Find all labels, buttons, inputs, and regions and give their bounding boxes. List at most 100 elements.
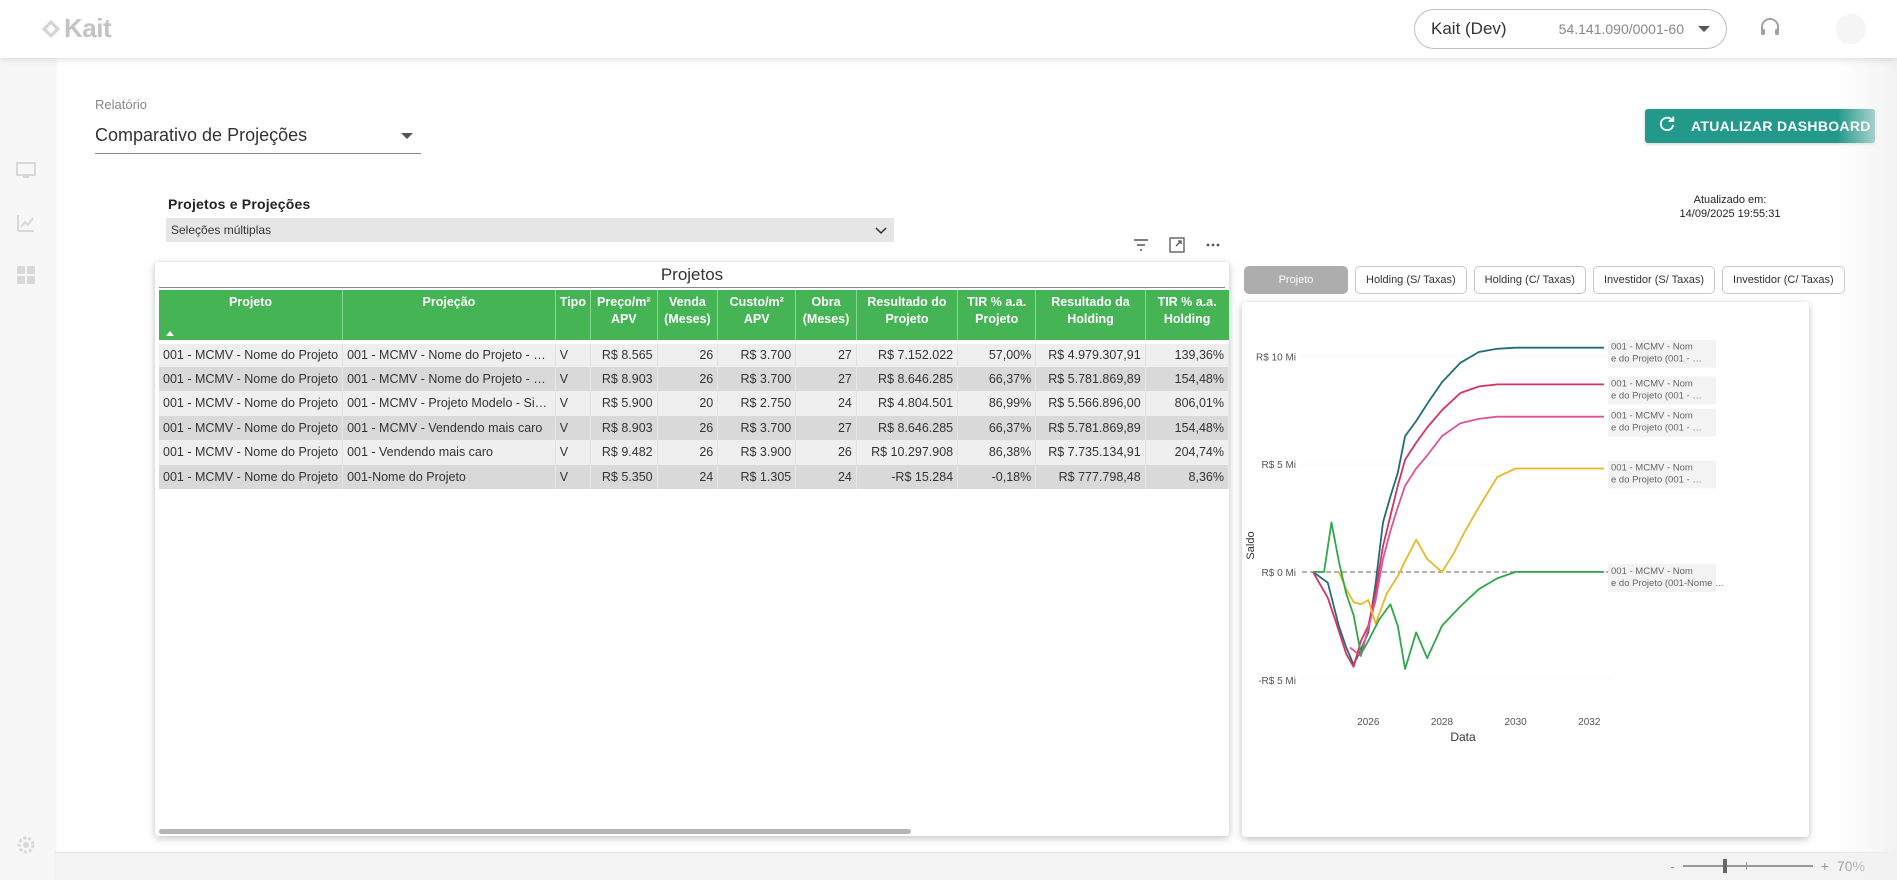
visual-header-toolbar [1132,236,1222,254]
column-header-label: APV [743,312,770,326]
report-select-label: Relatório [95,97,148,112]
tab-projeto[interactable]: Projeto [1244,266,1348,294]
table-cell: 66,37% [957,415,1037,440]
column-header[interactable]: TIR % a.a. Projeto [957,290,1037,342]
column-header[interactable]: Venda (Meses) [657,290,719,342]
table-cell: R$ 3.700 [717,366,797,391]
table-cell: V [555,366,591,391]
monitor-icon[interactable] [14,158,38,182]
refresh-dashboard-button[interactable]: ATUALIZAR DASHBOARD [1645,109,1875,143]
table-cell: 001-Nome do Projeto [342,464,556,489]
table-cell: 001 - MCMV - Vendendo mais caro [342,415,556,440]
table-cell: 001 - MCMV - Nome do Projeto [159,391,344,416]
table-cell: 26 [657,340,719,367]
x-tick-label: 2032 [1578,717,1601,728]
column-header-label: Resultado da [1051,295,1130,309]
table-row[interactable]: 001 - MCMV - Nome do Projeto 001 - Venden… [159,440,1229,465]
settings-gear-icon[interactable] [14,833,38,857]
projects-table: Projeto Projeção Tipo Preço/m² APV Venda (Mese… [159,290,1229,489]
y-tick-label: R$ 0 Mi [1262,568,1296,579]
table-cell: R$ 3.700 [717,415,797,440]
updated-info: Atualizado em: 14/09/2025 19:55:31 [1660,193,1800,221]
column-header[interactable]: Obra (Meses) [795,290,857,342]
more-options-icon[interactable] [1204,236,1222,254]
table-cell: R$ 5.350 [590,464,658,489]
column-header[interactable]: TIR % a.a. Holding [1145,290,1229,342]
tab-investidor-s-taxas[interactable]: Investidor (S/ Taxas) [1592,266,1716,294]
company-name: Kait (Dev) [1431,19,1507,38]
table-cell: 139,36% [1145,340,1229,367]
column-header-label: Resultado do [867,295,947,309]
table-cell: 86,38% [957,440,1037,465]
series-end-label-text: 001 - MCMV - Nom [1611,378,1693,389]
headset-icon[interactable] [1758,16,1782,40]
table-cell: R$ 3.700 [717,340,797,367]
table-row[interactable]: 001 - MCMV - Nome do Projeto 001-Nome do … [159,464,1229,489]
table-cell: 20 [657,391,719,416]
focus-mode-icon[interactable] [1168,236,1186,254]
series-end-label-text: e do Projeto (001 - … [1611,390,1702,401]
table-row[interactable]: 001 - MCMV - Nome do Projeto 001 - MCMV -… [159,340,1229,367]
report-select[interactable]: Comparativo de Projeções [95,118,421,154]
top-bar: Kait Kait (Dev) 54.141.090/0001-60 [0,0,1897,58]
slicer-value: Seleções múltiplas [171,223,272,237]
column-header[interactable]: Projeto [159,290,344,342]
chart-icon[interactable] [14,211,38,235]
series-line[interactable] [1349,415,1604,657]
column-header[interactable]: Preço/m² APV [590,290,658,342]
table-cell: R$ 8.903 [590,415,658,440]
horizontal-scrollbar[interactable] [159,829,911,834]
filter-icon[interactable] [1132,236,1150,254]
table-cell: R$ 8.903 [590,366,658,391]
app-logo[interactable]: Kait [40,12,112,44]
column-header[interactable]: Tipo [555,290,591,342]
company-selector[interactable]: Kait (Dev) 54.141.090/0001-60 [1414,9,1727,49]
table-cell: V [555,340,591,367]
table-cell: 001 - MCMV - Nome do Projeto - … [342,366,556,391]
column-header[interactable]: Custo/m² APV [717,290,797,342]
table-cell: V [555,391,591,416]
table-cell: R$ 1.305 [717,464,797,489]
projects-slicer-dropdown[interactable]: Seleções múltiplas [166,218,894,242]
y-tick-label: R$ 5 Mi [1262,460,1296,471]
slicer-title: Projetos e Projeções [168,196,311,212]
table-cell: 27 [795,366,857,391]
updated-datetime: 14/09/2025 19:55:31 [1679,208,1781,220]
left-sidebar [0,58,55,880]
column-header[interactable]: Projeção [342,290,556,342]
table-cell: 001 - MCMV - Projeto Modelo - Si… [342,391,556,416]
user-avatar[interactable] [1836,14,1866,44]
column-header-label: TIR % a.a. [1157,295,1217,309]
series-end-label: 001 - MCMV - Nome do Projeto (001 - … [1608,376,1716,405]
x-tick-label: 2030 [1504,717,1527,728]
table-cell: R$ 7.152.022 [856,340,959,367]
table-cell: 154,48% [1145,366,1229,391]
tab-holding-c-taxas[interactable]: Holding (C/ Taxas) [1473,266,1586,294]
status-bar: - + 70% [55,852,1897,880]
dashboard-icon[interactable] [14,263,38,287]
series-end-label-text: 001 - MCMV - Nom [1611,411,1693,422]
table-cell: 66,37% [957,366,1037,391]
table-row[interactable]: 001 - MCMV - Nome do Projeto 001 - MCMV -… [159,391,1229,416]
tab-holding-s-taxas[interactable]: Holding (S/ Taxas) [1355,266,1467,294]
zoom-in-button[interactable]: + [1821,858,1829,874]
column-header[interactable]: Resultado da Holding [1035,290,1146,342]
y-tick-label: R$ 10 Mi [1256,352,1296,363]
zoom-slider[interactable] [1682,859,1813,873]
zoom-level: 70% [1836,858,1865,874]
series-line[interactable] [1312,383,1604,668]
series-line[interactable] [1337,467,1604,625]
table-cell: R$ 5.566.896,00 [1035,391,1146,416]
zoom-out-button[interactable]: - [1670,858,1675,874]
balance-line-chart: R$ 10 Mi R$ 5 Mi R$ 0 Mi -R$ 5 Mi 2026 2028 20… [1245,339,1725,744]
table-cell: V [555,415,591,440]
table-cell: R$ 5.900 [590,391,658,416]
tab-investidor-c-taxas[interactable]: Investidor (C/ Taxas) [1722,266,1845,294]
right-edge-fade [1837,58,1897,880]
column-header[interactable]: Resultado do Projeto [856,290,959,342]
table-row[interactable]: 001 - MCMV - Nome do Projeto 001 - MCMV -… [159,366,1229,391]
balance-chart-visual: R$ 10 Mi R$ 5 Mi R$ 0 Mi -R$ 5 Mi 2026 2028 20… [1242,302,1809,837]
table-cell: R$ 8.646.285 [856,366,959,391]
zoom-slider-thumb[interactable] [1722,859,1727,873]
table-row[interactable]: 001 - MCMV - Nome do Projeto 001 - MCMV -… [159,415,1229,440]
